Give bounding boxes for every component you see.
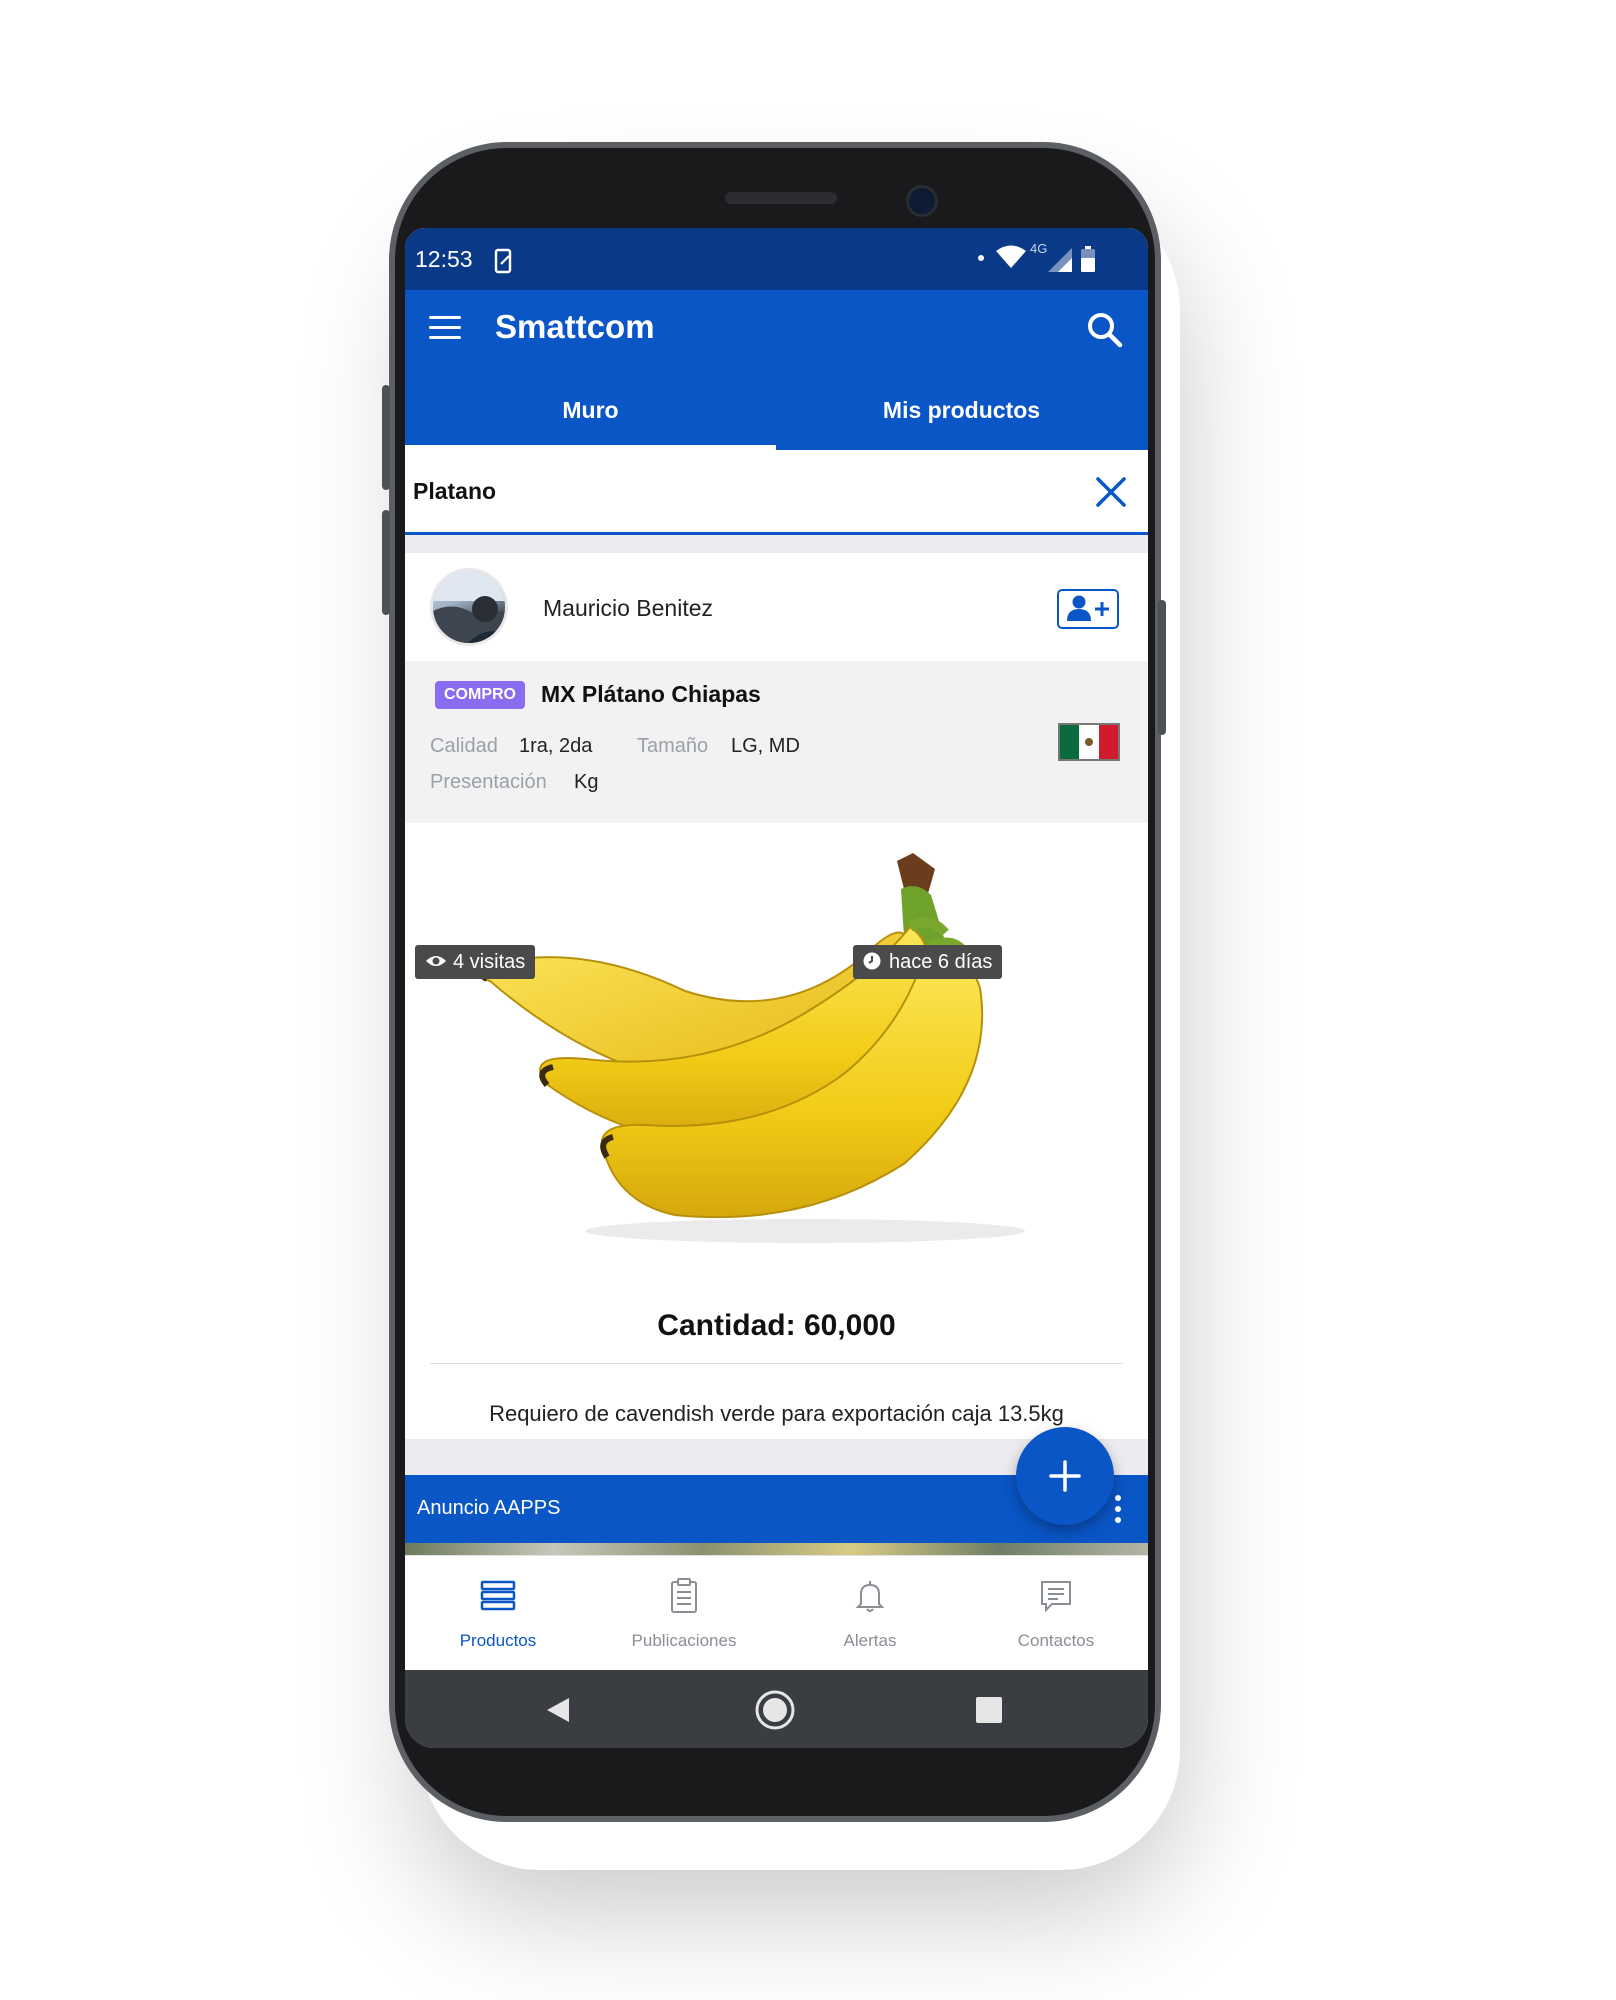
phone-camera: [906, 185, 938, 217]
nav-alertas[interactable]: Alertas: [777, 1556, 963, 1671]
signal-icon: [1048, 248, 1072, 272]
ad-image[interactable]: [405, 1543, 1148, 1555]
product-image[interactable]: [405, 823, 1148, 1273]
tab-muro[interactable]: Muro: [405, 370, 776, 450]
home-icon[interactable]: [754, 1689, 796, 1731]
search-filter-bar: Platano: [405, 450, 1148, 535]
nav-publicaciones[interactable]: Publicaciones: [591, 1556, 777, 1671]
search-query[interactable]: Platano: [413, 478, 496, 505]
compro-badge: COMPRO: [435, 681, 525, 709]
avatar[interactable]: [430, 568, 508, 646]
app-screen: 12:53 4G Smattcom Muro Mis productos Pla…: [405, 228, 1148, 1748]
product-info: COMPRO MX Plátano Chiapas Calidad 1ra, 2…: [405, 661, 1148, 823]
menu-icon[interactable]: [429, 316, 461, 342]
tab-bar: Muro Mis productos: [405, 370, 1148, 450]
quantity: Cantidad: 60,000: [657, 1309, 896, 1342]
tab-mis-productos-label: Mis productos: [882, 397, 1041, 423]
screen-cast-icon: [494, 248, 512, 274]
contacts-icon: [1041, 1581, 1071, 1613]
age-badge: hace 6 días: [853, 945, 1003, 979]
visits-badge: 4 visitas: [415, 945, 536, 979]
app-bar: Smattcom: [405, 290, 1148, 370]
post-card[interactable]: Mauricio Benitez COMPRO MX Plátano Chiap…: [405, 553, 1148, 1439]
wifi-icon: [996, 245, 1026, 268]
mexico-flag-icon: [1058, 723, 1120, 761]
status-bar: 12:53 4G: [405, 228, 1148, 290]
add-user-icon: [1067, 595, 1109, 621]
products-icon: [480, 1580, 516, 1611]
ad-label: Anuncio AAPPS: [417, 1497, 561, 1519]
network-type-label: 4G: [1030, 241, 1048, 256]
battery-icon: [1081, 246, 1095, 272]
calidad-label: Calidad: [430, 735, 498, 757]
presentacion-value: Kg: [574, 771, 599, 793]
visits-count: 4 visitas: [453, 951, 526, 973]
power-button: [1158, 600, 1166, 735]
notification-dot-icon: [978, 255, 984, 261]
add-post-button[interactable]: [1016, 1427, 1114, 1525]
eye-icon: [426, 956, 446, 966]
app-title: Smattcom: [495, 308, 655, 345]
banana-illustration: [477, 853, 1025, 1243]
nav-contactos-label: Contactos: [1017, 1631, 1095, 1650]
nav-productos-label: Productos: [459, 1631, 537, 1650]
more-options-icon[interactable]: [1115, 1495, 1123, 1525]
volume-down-button: [382, 510, 390, 615]
divider: [430, 1363, 1123, 1364]
product-title[interactable]: MX Plátano Chiapas: [541, 681, 761, 708]
nav-contactos[interactable]: Contactos: [963, 1556, 1148, 1671]
tamano-label: Tamaño: [637, 735, 709, 757]
recents-icon[interactable]: [976, 1697, 1002, 1723]
calidad-value: 1ra, 2da: [519, 735, 593, 757]
post-age: hace 6 días: [889, 951, 993, 973]
tab-muro-label: Muro: [562, 397, 619, 423]
tab-mis-productos[interactable]: Mis productos: [776, 370, 1147, 450]
avatar-photo: [433, 571, 505, 643]
phone-speaker: [725, 192, 837, 204]
post-description: Requiero de cavendish verde para exporta…: [489, 1401, 1064, 1426]
back-icon[interactable]: [545, 1696, 571, 1724]
volume-up-button: [382, 385, 390, 490]
add-contact-button[interactable]: [1057, 589, 1119, 629]
bell-icon: [855, 1581, 885, 1612]
plus-icon: [1049, 1460, 1081, 1492]
nav-productos[interactable]: Productos: [405, 1556, 591, 1671]
user-name[interactable]: Mauricio Benitez: [543, 595, 713, 622]
search-icon[interactable]: [1085, 310, 1125, 350]
presentacion-label: Presentación: [430, 771, 547, 793]
publications-icon: [671, 1578, 697, 1613]
nav-alertas-label: Alertas: [843, 1631, 897, 1650]
clock-icon: [863, 952, 881, 970]
system-navigation-bar: [405, 1670, 1148, 1748]
status-time: 12:53: [415, 246, 473, 272]
close-icon[interactable]: [1095, 476, 1127, 508]
tamano-value: LG, MD: [731, 735, 800, 757]
bottom-navigation: Productos Publicaciones Alertas Contacto…: [405, 1555, 1148, 1671]
nav-publicaciones-label: Publicaciones: [631, 1631, 737, 1650]
